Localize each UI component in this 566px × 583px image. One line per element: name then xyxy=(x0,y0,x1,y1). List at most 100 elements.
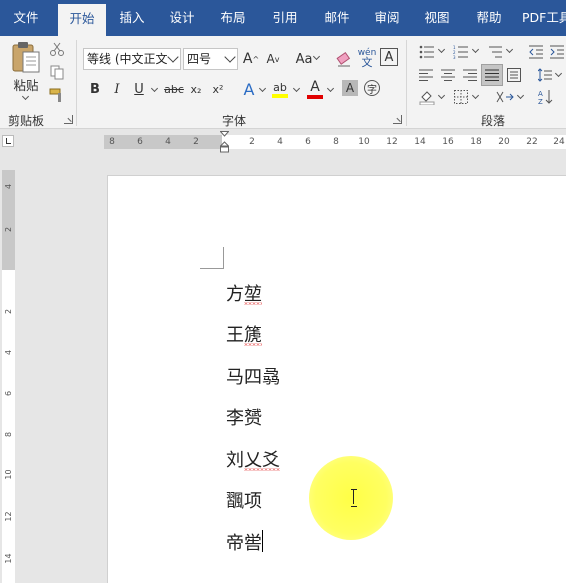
ruler-tick: 4 xyxy=(4,349,13,356)
paste-dropdown-icon[interactable] xyxy=(21,92,30,101)
numbering-icon[interactable]: 123 xyxy=(451,42,471,62)
line-spacing-icon[interactable] xyxy=(536,66,554,84)
margin-corner-mark xyxy=(200,247,224,269)
svg-text:A: A xyxy=(538,90,543,98)
distributed-icon[interactable] xyxy=(505,66,523,84)
ruler-tick: 20 xyxy=(498,137,510,147)
text-effects-dropdown-icon[interactable] xyxy=(258,84,267,93)
align-center-icon[interactable] xyxy=(439,66,457,84)
vertical-ruler[interactable]: 4 2 2 4 6 8 10 12 14 xyxy=(2,170,15,583)
document-line[interactable]: 马四骉 xyxy=(226,363,280,389)
chevron-down-icon xyxy=(224,51,236,63)
subscript-button[interactable]: x₂ xyxy=(188,80,204,98)
ruler-tick: 8 xyxy=(109,137,115,147)
shading-dropdown-icon[interactable] xyxy=(437,91,446,100)
chinese-layout-icon[interactable] xyxy=(494,88,516,106)
ruler-tick: 24 xyxy=(553,137,565,147)
indent-marker-icon[interactable] xyxy=(220,131,229,153)
underline-button[interactable]: U xyxy=(132,80,146,98)
change-case-button[interactable]: Aa xyxy=(292,48,316,70)
sort-icon[interactable]: AZ xyxy=(536,88,556,106)
chevron-down-icon xyxy=(167,51,179,63)
tab-insert[interactable]: 插入 xyxy=(108,0,156,36)
tab-file[interactable]: 文件 xyxy=(2,0,50,36)
group-divider xyxy=(406,40,407,126)
character-border-button[interactable]: A xyxy=(380,48,398,66)
justify-icon[interactable] xyxy=(481,64,503,86)
shrink-font-button[interactable]: Av xyxy=(264,48,282,70)
highlight-dropdown-icon[interactable] xyxy=(292,84,301,93)
tab-selector-icon[interactable] xyxy=(2,135,14,147)
document-line[interactable]: 飁项 xyxy=(226,487,262,513)
shading-icon[interactable] xyxy=(417,88,437,106)
bullets-dropdown-icon[interactable] xyxy=(437,45,446,54)
tab-mailings[interactable]: 邮件 xyxy=(312,0,362,36)
font-color-dropdown-icon[interactable] xyxy=(326,84,335,93)
character-shading-button[interactable]: A xyxy=(342,80,358,96)
ruler-tick: 14 xyxy=(414,137,426,147)
align-left-icon[interactable] xyxy=(417,66,435,84)
horizontal-ruler[interactable]: 8 6 4 2 2 4 6 8 10 12 14 16 18 20 22 24 xyxy=(104,135,566,149)
ruler-tick: 2 xyxy=(193,137,199,147)
tab-design[interactable]: 设计 xyxy=(158,0,206,36)
format-painter-icon[interactable] xyxy=(48,86,66,104)
tab-layout[interactable]: 布局 xyxy=(208,0,258,36)
tab-view[interactable]: 视图 xyxy=(412,0,462,36)
highlight-color-button[interactable]: ab xyxy=(270,78,290,100)
tab-home[interactable]: 开始 xyxy=(58,4,106,36)
ruler-tick: 22 xyxy=(526,137,538,147)
ruler-tick: 8 xyxy=(333,137,339,147)
tab-review[interactable]: 审阅 xyxy=(362,0,412,36)
align-right-icon[interactable] xyxy=(461,66,479,84)
borders-icon[interactable] xyxy=(451,88,471,106)
group-divider xyxy=(76,40,77,126)
multilevel-dropdown-icon[interactable] xyxy=(505,45,514,54)
bullets-icon[interactable] xyxy=(417,42,437,62)
font-name-dropdown[interactable]: 等线 (中文正文 xyxy=(83,48,181,70)
bold-button[interactable]: B xyxy=(88,80,102,98)
ruler-tick: 2 xyxy=(249,137,255,147)
underline-dropdown-icon[interactable] xyxy=(150,84,159,93)
ruler-tick: 2 xyxy=(4,308,13,315)
decrease-indent-icon[interactable] xyxy=(526,42,546,62)
font-name-value: 等线 (中文正文 xyxy=(87,52,168,66)
tab-pdf-tools[interactable]: PDF工具 xyxy=(522,0,566,36)
spelling-error-underline xyxy=(244,468,280,471)
ruler-tick: 10 xyxy=(358,137,370,147)
tab-references[interactable]: 引用 xyxy=(260,0,310,36)
paste-button[interactable]: 粘贴 xyxy=(8,76,44,93)
text-effects-button[interactable]: A xyxy=(240,78,258,100)
multilevel-list-icon[interactable] xyxy=(485,42,505,62)
document-line[interactable]: 李赟 xyxy=(226,404,262,430)
grow-font-button[interactable]: A ^ xyxy=(242,48,260,70)
paste-icon[interactable] xyxy=(8,40,44,74)
copy-icon[interactable] xyxy=(48,63,66,81)
increase-indent-icon[interactable] xyxy=(548,42,566,62)
clear-formatting-icon[interactable] xyxy=(334,48,354,70)
phonetic-guide-button[interactable]: wén 文 xyxy=(356,46,378,70)
numbering-dropdown-icon[interactable] xyxy=(471,45,480,54)
strikethrough-button[interactable]: abc xyxy=(164,80,184,98)
text-cursor xyxy=(262,530,263,552)
clipboard-group-label: 剪贴板 xyxy=(8,114,45,128)
font-size-dropdown[interactable]: 四号 xyxy=(183,48,238,70)
tab-help[interactable]: 帮助 xyxy=(464,0,514,36)
italic-button[interactable]: I xyxy=(110,80,124,98)
ruler-tick: 18 xyxy=(470,137,482,147)
ruler-tick: 12 xyxy=(386,137,398,147)
document-line[interactable]: 帝喾 xyxy=(226,529,262,555)
ibeam-cursor-icon xyxy=(351,489,357,507)
clipboard-launcher-icon[interactable] xyxy=(64,115,73,124)
chinese-layout-dropdown-icon[interactable] xyxy=(516,91,525,100)
ruler-tick: 4 xyxy=(4,183,13,190)
superscript-button[interactable]: x² xyxy=(210,80,226,98)
line-spacing-dropdown-icon[interactable] xyxy=(554,69,563,78)
font-size-value: 四号 xyxy=(187,52,212,66)
borders-dropdown-icon[interactable] xyxy=(471,91,480,100)
font-color-button[interactable]: A xyxy=(306,78,324,100)
enclose-characters-button[interactable]: 字 xyxy=(364,80,380,96)
cut-icon[interactable] xyxy=(48,40,66,58)
font-group-label: 字体 xyxy=(222,114,247,128)
font-launcher-icon[interactable] xyxy=(393,115,402,124)
ruler-tick: 2 xyxy=(4,226,13,233)
